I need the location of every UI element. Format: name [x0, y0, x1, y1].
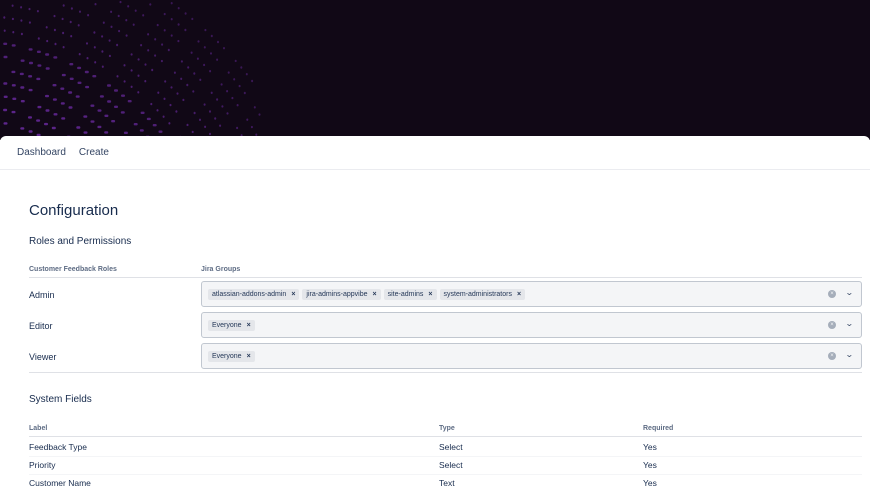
- col-header-required: Required: [643, 425, 674, 432]
- remove-tag-icon[interactable]: ×: [291, 291, 295, 298]
- role-label: Viewer: [29, 352, 57, 362]
- banner-pattern: [3, 0, 261, 140]
- chevron-down-icon[interactable]: ⌄: [845, 288, 854, 297]
- nav-dashboard[interactable]: Dashboard: [17, 147, 66, 158]
- divider: [29, 372, 862, 373]
- remove-tag-icon[interactable]: ×: [428, 291, 432, 298]
- divider: [29, 277, 862, 278]
- field-required: Yes: [643, 478, 657, 488]
- clear-icon[interactable]: ×: [828, 352, 836, 360]
- main-content: Dashboard Create Configuration Roles and…: [0, 136, 870, 495]
- group-tag: jira-admins-appvibe ×: [302, 288, 381, 300]
- row-divider: [29, 456, 862, 457]
- field-required: Yes: [643, 442, 657, 452]
- chevron-down-icon[interactable]: ⌄: [845, 350, 854, 359]
- group-name: jira-admins-appvibe: [306, 290, 368, 298]
- clear-icon[interactable]: ×: [828, 290, 836, 298]
- page-title: Configuration: [29, 202, 119, 219]
- field-label: Customer Name: [29, 478, 91, 488]
- field-label: Priority: [29, 460, 56, 470]
- remove-tag-icon[interactable]: ×: [247, 353, 251, 360]
- col-header-type: Type: [439, 425, 455, 432]
- group-tag: Everyone ×: [208, 350, 255, 362]
- col-header-groups: Jira Groups: [201, 266, 241, 273]
- role-label: Admin: [29, 290, 55, 300]
- group-tag: site-admins ×: [383, 288, 437, 300]
- jira-groups-select[interactable]: Everyone × × ⌄: [201, 343, 862, 369]
- chevron-down-icon[interactable]: ⌄: [845, 319, 854, 328]
- divider: [29, 436, 862, 437]
- remove-tag-icon[interactable]: ×: [517, 291, 521, 298]
- remove-tag-icon[interactable]: ×: [373, 291, 377, 298]
- group-name: atlassian-addons-admin: [212, 290, 287, 298]
- group-tag: Everyone ×: [208, 319, 255, 331]
- group-tag: atlassian-addons-admin ×: [208, 288, 300, 300]
- row-divider: [29, 474, 862, 475]
- group-name: system-administrators: [443, 290, 512, 298]
- system-fields-title: System Fields: [29, 394, 92, 405]
- field-label: Feedback Type: [29, 442, 87, 452]
- header-banner: [0, 0, 870, 140]
- nav-create[interactable]: Create: [79, 147, 109, 158]
- group-name: Everyone: [212, 321, 242, 329]
- col-header-roles: Customer Feedback Roles: [29, 266, 117, 273]
- group-tag: system-administrators ×: [439, 288, 526, 300]
- field-type: Select: [439, 460, 463, 470]
- col-header-label: Label: [29, 425, 48, 432]
- field-required: Yes: [643, 460, 657, 470]
- field-type: Text: [439, 478, 455, 488]
- top-nav: Dashboard Create: [0, 136, 870, 170]
- field-type: Select: [439, 442, 463, 452]
- jira-groups-select[interactable]: Everyone × × ⌄: [201, 312, 862, 338]
- role-label: Editor: [29, 321, 53, 331]
- group-name: Everyone: [212, 352, 242, 360]
- clear-icon[interactable]: ×: [828, 321, 836, 329]
- remove-tag-icon[interactable]: ×: [247, 322, 251, 329]
- roles-section-title: Roles and Permissions: [29, 236, 132, 247]
- jira-groups-select[interactable]: atlassian-addons-admin × jira-admins-appvi…: [201, 281, 862, 307]
- group-name: site-admins: [387, 290, 424, 298]
